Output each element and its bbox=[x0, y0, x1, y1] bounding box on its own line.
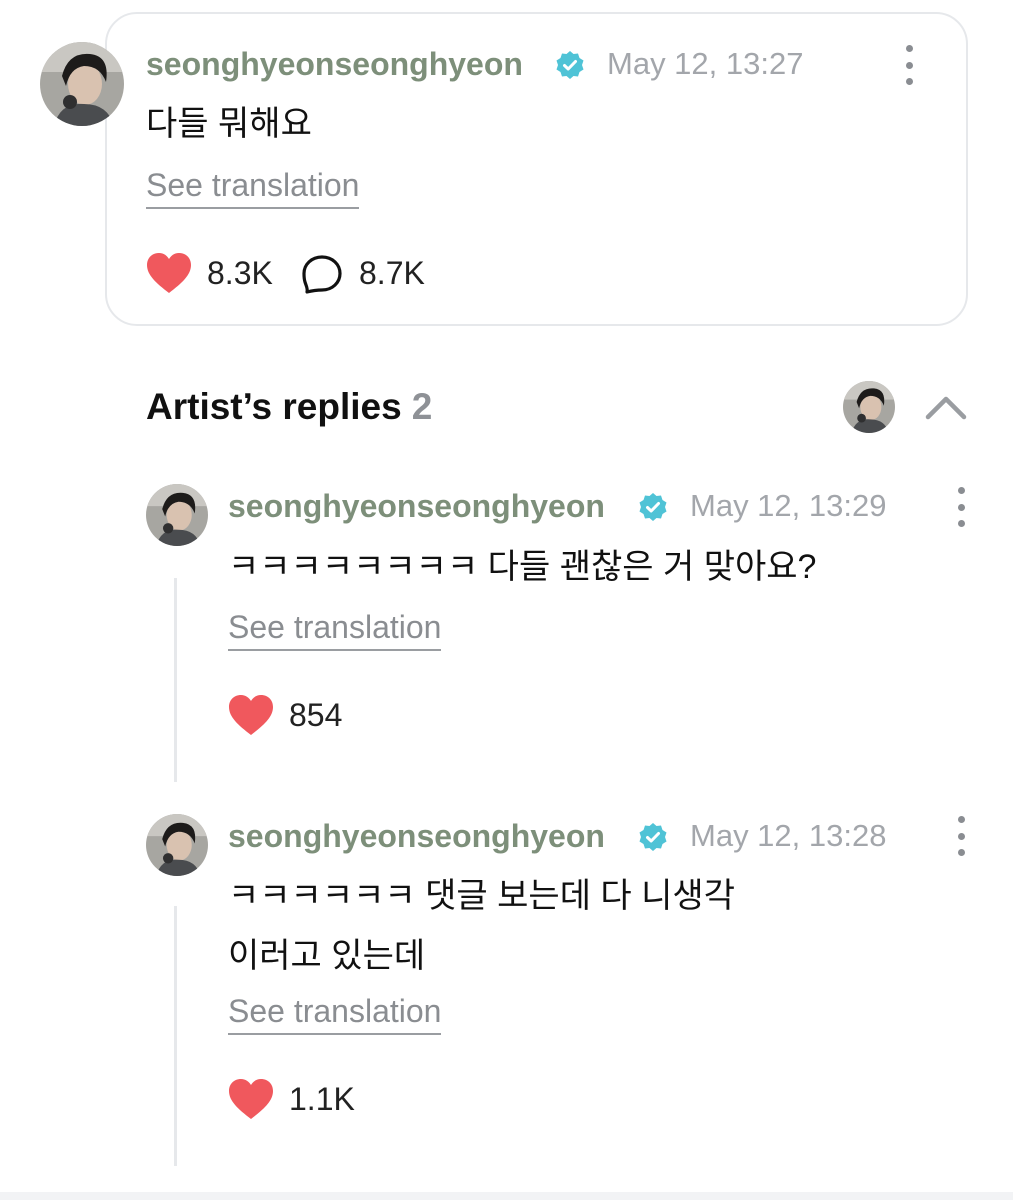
reply-thread-line bbox=[174, 578, 177, 782]
reply-more-options-button[interactable] bbox=[951, 816, 971, 856]
heart-icon[interactable] bbox=[146, 252, 192, 294]
bottom-divider bbox=[0, 1192, 1013, 1200]
dot bbox=[905, 78, 913, 85]
post-author-avatar[interactable] bbox=[40, 42, 124, 126]
verified-badge-icon bbox=[639, 493, 667, 521]
reply-timestamp: May 12, 13:28 bbox=[690, 818, 887, 853]
dot bbox=[905, 45, 913, 52]
reply-text: ㅋㅋㅋㅋㅋㅋ 댓글 보는데 다 니생각 이러고 있는데 bbox=[228, 877, 735, 975]
verified-badge-icon bbox=[556, 51, 584, 79]
post-see-translation-link[interactable]: See translation bbox=[146, 167, 360, 209]
artist-replies-avatar bbox=[843, 381, 895, 433]
reply-author-avatar[interactable] bbox=[146, 484, 208, 546]
dot bbox=[957, 503, 965, 511]
reply-see-translation-link[interactable]: See translation bbox=[228, 609, 442, 651]
dot bbox=[905, 61, 913, 69]
reply-more-options-button[interactable] bbox=[951, 487, 971, 527]
reply-timestamp: May 12, 13:29 bbox=[690, 488, 887, 523]
dot bbox=[957, 520, 965, 527]
chevron-up-icon[interactable] bbox=[924, 392, 968, 422]
artist-replies-count: 2 bbox=[411, 386, 433, 427]
reply-author-avatar[interactable] bbox=[146, 814, 208, 876]
artist-replies-header: Artist’s replies 2 bbox=[146, 386, 432, 428]
post-timestamp: May 12, 13:27 bbox=[607, 46, 804, 81]
reply-like-count: 1.1K bbox=[289, 1081, 355, 1117]
heart-icon[interactable] bbox=[228, 694, 274, 736]
reply-username[interactable]: seonghyeonseonghyeon bbox=[228, 488, 605, 525]
post-username[interactable]: seonghyeonseonghyeon bbox=[146, 46, 523, 83]
post-like-count: 8.3K bbox=[207, 255, 273, 291]
comment-bubble-icon[interactable] bbox=[301, 254, 343, 294]
dot bbox=[957, 849, 965, 856]
verified-badge-icon bbox=[639, 823, 667, 851]
reply-thread-line bbox=[174, 906, 177, 1166]
artist-replies-title: Artist’s replies bbox=[146, 386, 402, 427]
reply-username[interactable]: seonghyeonseonghyeon bbox=[228, 818, 605, 855]
reply-like-count: 854 bbox=[289, 697, 343, 733]
dot bbox=[957, 487, 965, 494]
heart-icon[interactable] bbox=[228, 1078, 274, 1120]
dot bbox=[957, 832, 965, 840]
reply-text: ㅋㅋㅋㅋㅋㅋㅋㅋ 다들 괜찮은 거 맞아요? bbox=[228, 548, 817, 586]
post-more-options-button[interactable] bbox=[899, 45, 919, 85]
post-text: 다들 뭐해요 bbox=[146, 105, 312, 143]
reply-see-translation-link[interactable]: See translation bbox=[228, 993, 442, 1035]
post-comment-count: 8.7K bbox=[359, 255, 425, 291]
dot bbox=[957, 816, 965, 823]
